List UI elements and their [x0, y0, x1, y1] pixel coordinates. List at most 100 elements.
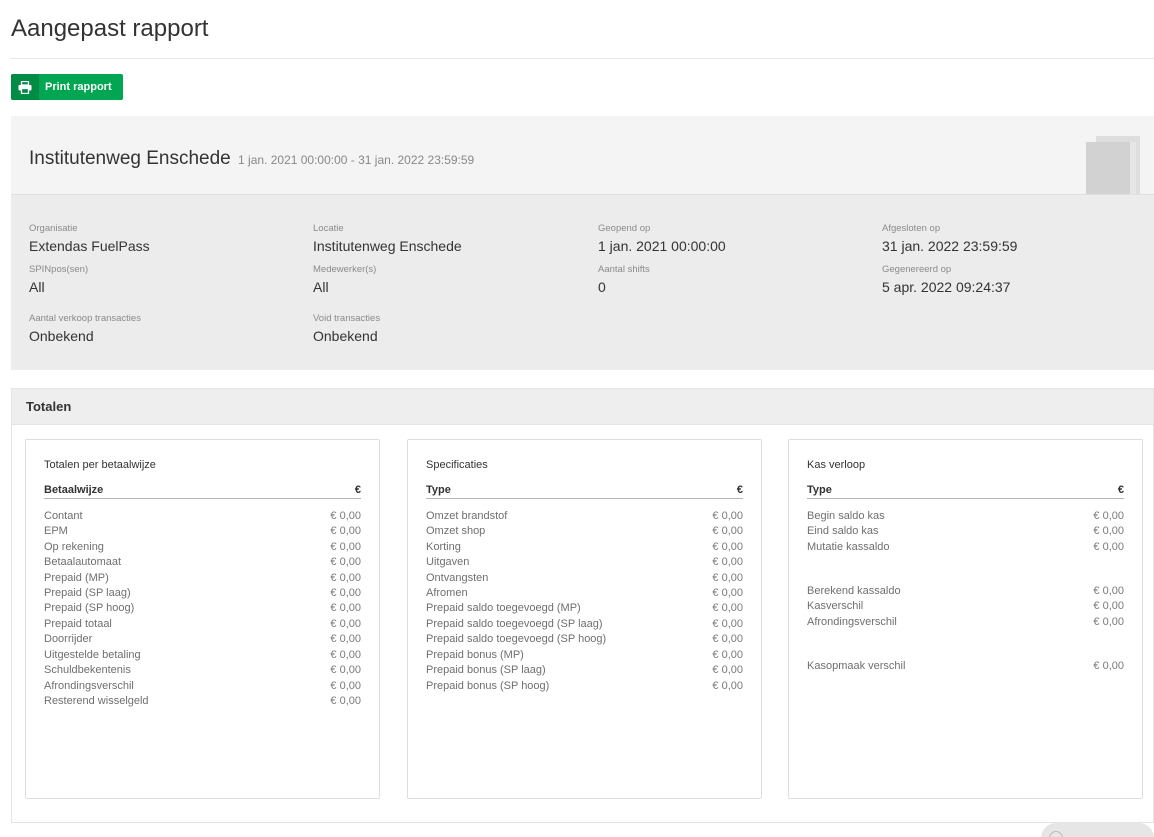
row-value: € 0,00	[712, 556, 743, 568]
info-label: Geopend op	[598, 223, 651, 234]
column-header-value: €	[736, 484, 743, 496]
help-button[interactable]	[1041, 823, 1154, 837]
row-name: Prepaid saldo toegevoegd (SP hoog)	[426, 633, 607, 645]
info-geopend: Geopend op 1 jan. 2021 00:00:00	[598, 223, 726, 255]
row-value: € 0,00	[1093, 616, 1124, 628]
row-name: Korting	[426, 541, 461, 553]
info-label: Afgesloten op	[882, 223, 941, 234]
table-row: Contant € 0,00	[44, 510, 361, 525]
report-period: 1 jan. 2021 00:00:00 - 31 jan. 2022 23:5…	[238, 153, 475, 167]
table-row: Prepaid saldo toegevoegd (SP hoog) € 0,00	[426, 633, 743, 648]
row-value: € 0,00	[330, 633, 361, 645]
info-locatie: Locatie Institutenweg Enschede	[313, 223, 462, 255]
card-title: Kas verloop	[807, 459, 866, 471]
row-value: € 0,00	[712, 680, 743, 692]
info-medewerkers: Medewerker(s) All	[313, 264, 376, 296]
row-value: € 0,00	[712, 633, 743, 645]
table-row: Schuldbekentenis € 0,00	[44, 664, 361, 679]
table-row: Mutatie kassaldo € 0,00	[807, 541, 1124, 556]
info-verkoop-transacties: Aantal verkoop transacties Onbekend	[29, 313, 141, 345]
info-label: Void transacties	[313, 313, 381, 324]
table-row: Betaalautomaat € 0,00	[44, 556, 361, 571]
row-name: Ontvangsten	[426, 572, 489, 584]
table-row: Uitgaven € 0,00	[426, 556, 743, 571]
row-name: Schuldbekentenis	[44, 664, 131, 676]
page-title: Aangepast rapport	[11, 15, 209, 42]
book-icon	[1086, 136, 1142, 194]
column-header-name: Betaalwijze	[44, 484, 104, 496]
row-value: € 0,00	[330, 572, 361, 584]
table-row: Ontvangsten € 0,00	[426, 572, 743, 587]
totals-header: Totalen	[11, 388, 1154, 425]
table-header: Type €	[807, 483, 1124, 499]
row-value: € 0,00	[1093, 541, 1124, 553]
table-row: EPM € 0,00	[44, 525, 361, 540]
row-name: Prepaid (SP hoog)	[44, 602, 135, 614]
row-value: € 0,00	[1093, 585, 1124, 597]
row-name: Contant	[44, 510, 83, 522]
row-value: € 0,00	[712, 525, 743, 537]
card-title: Specificaties	[426, 459, 488, 471]
info-value: All	[313, 279, 329, 295]
table-row: Kasopmaak verschil € 0,00	[807, 660, 1124, 675]
row-value: € 0,00	[712, 649, 743, 661]
row-value: € 0,00	[1093, 600, 1124, 612]
info-value: Onbekend	[29, 328, 94, 344]
print-report-label: Print rapport	[45, 81, 112, 93]
table-row: Op rekening € 0,00	[44, 541, 361, 556]
row-name: Kasverschil	[807, 600, 864, 612]
info-label: Organisatie	[29, 223, 78, 234]
column-header-value: €	[1117, 484, 1124, 496]
row-value: € 0,00	[712, 587, 743, 599]
table-row: Prepaid (SP laag) € 0,00	[44, 587, 361, 602]
row-name: Kasopmaak verschil	[807, 660, 906, 672]
row-value: € 0,00	[1093, 510, 1124, 522]
row-name: Prepaid (SP laag)	[44, 587, 131, 599]
card-specificaties: Specificaties Type € Omzet brandstof € 0,…	[407, 439, 762, 799]
info-value: 1 jan. 2021 00:00:00	[598, 238, 726, 254]
table-row: Eind saldo kas € 0,00	[807, 525, 1124, 540]
card-title: Totalen per betaalwijze	[44, 459, 156, 471]
row-name: Berekend kassaldo	[807, 585, 901, 597]
location-header: Institutenweg Enschede 1 jan. 2021 00:00…	[11, 116, 1154, 195]
print-report-button[interactable]: Print rapport	[11, 74, 123, 100]
table-row: Prepaid saldo toegevoegd (SP laag) € 0,00	[426, 618, 743, 633]
info-value: 5 apr. 2022 09:24:37	[882, 279, 1011, 295]
table-row: Omzet brandstof € 0,00	[426, 510, 743, 525]
info-afgesloten: Afgesloten op 31 jan. 2022 23:59:59	[882, 223, 1017, 255]
column-header-name: Type	[426, 484, 451, 496]
row-value: € 0,00	[712, 664, 743, 676]
title-divider	[11, 58, 1154, 59]
row-value: € 0,00	[1093, 525, 1124, 537]
row-name: Doorrijder	[44, 633, 93, 645]
info-void-transacties: Void transacties Onbekend	[313, 313, 380, 345]
column-header-value: €	[354, 484, 361, 496]
location-name: Institutenweg Enschede	[29, 148, 231, 169]
info-value: All	[29, 279, 45, 295]
row-value: € 0,00	[712, 510, 743, 522]
row-value: € 0,00	[330, 541, 361, 553]
table-row: Prepaid bonus (SP laag) € 0,00	[426, 664, 743, 679]
location-title: Institutenweg Enschede 1 jan. 2021 00:00…	[29, 148, 474, 170]
table-row: Prepaid bonus (MP) € 0,00	[426, 649, 743, 664]
card-totalen-per-betaalwijze: Totalen per betaalwijze Betaalwijze € Co…	[25, 439, 380, 799]
info-label: Aantal shifts	[598, 264, 650, 275]
row-name: Prepaid (MP)	[44, 572, 109, 584]
info-value: Institutenweg Enschede	[313, 238, 462, 254]
table-row: Kasverschil € 0,00	[807, 600, 1124, 615]
row-name: Betaalautomaat	[44, 556, 122, 568]
row-value: € 0,00	[330, 649, 361, 661]
info-label: Medewerker(s)	[313, 264, 377, 275]
info-value: Extendas FuelPass	[29, 238, 150, 254]
row-value: € 0,00	[712, 541, 743, 553]
info-value: Onbekend	[313, 328, 378, 344]
table-row: Prepaid (MP) € 0,00	[44, 572, 361, 587]
row-name: Prepaid saldo toegevoegd (SP laag)	[426, 618, 603, 630]
info-gegenereerd: Gegenereerd op 5 apr. 2022 09:24:37	[882, 264, 1010, 296]
row-name: Resterend wisselgeld	[44, 695, 149, 707]
row-value: € 0,00	[330, 695, 361, 707]
row-value: € 0,00	[330, 680, 361, 692]
row-value: € 0,00	[330, 525, 361, 537]
row-value: € 0,00	[712, 602, 743, 614]
info-spinpos: SPINpos(sen) All	[29, 264, 88, 296]
